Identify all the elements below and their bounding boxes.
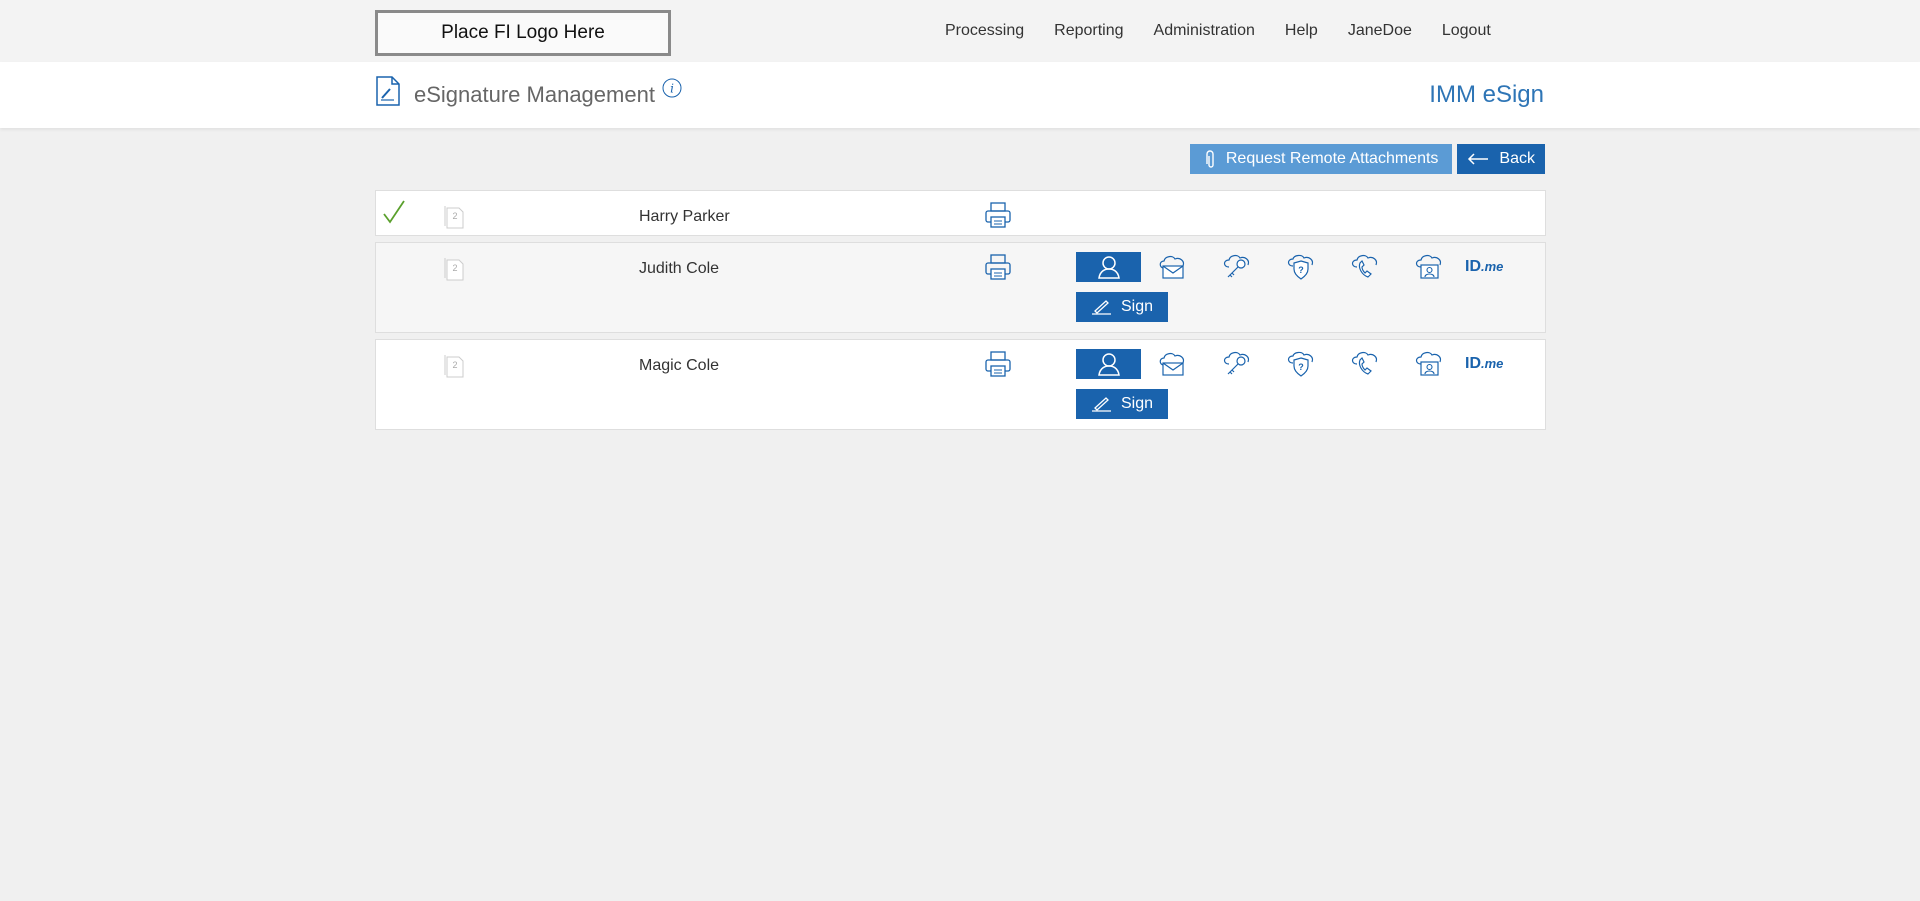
document-count: 2 (452, 360, 457, 370)
request-remote-attachments-button[interactable]: Request Remote Attachments (1189, 144, 1453, 174)
signer-row: 2 Judith Cole ? ID.me Sign (375, 242, 1546, 333)
id-card-cloud-icon[interactable] (1397, 349, 1461, 379)
signer-name: Judith Cole (639, 260, 720, 277)
signer-name: Harry Parker (639, 208, 730, 225)
logo-placeholder: Place FI Logo Here (375, 10, 671, 56)
paperclip-icon (1206, 150, 1214, 168)
svg-text:?: ? (1298, 265, 1304, 275)
idme-me-text: .me (1481, 259, 1504, 274)
nav-reporting[interactable]: Reporting (1054, 22, 1123, 40)
document-count: 2 (452, 263, 457, 273)
page-title: eSignature Management (414, 82, 655, 107)
idme-logo[interactable]: ID.me (1465, 258, 1503, 276)
key-cloud-icon[interactable] (1205, 252, 1269, 282)
key-cloud-icon[interactable] (1205, 349, 1269, 379)
idme-id-text: ID (1465, 355, 1481, 372)
nav-user[interactable]: JaneDoe (1348, 22, 1412, 40)
signer-row: 2 Harry Parker (375, 190, 1546, 236)
title-bar: eSignature Management i IMM eSign (0, 62, 1920, 128)
phone-cloud-icon[interactable] (1333, 252, 1397, 282)
sign-button[interactable]: Sign (1076, 292, 1168, 322)
svg-text:i: i (670, 82, 674, 96)
idme-id-text: ID (1465, 258, 1481, 275)
idme-logo[interactable]: ID.me (1465, 355, 1503, 373)
idme-me-text: .me (1481, 356, 1504, 371)
back-button[interactable]: Back (1457, 144, 1545, 174)
question-shield-icon[interactable]: ? (1269, 252, 1333, 282)
check-icon (382, 199, 406, 230)
printer-icon[interactable] (984, 253, 1012, 286)
arrow-left-icon (1468, 153, 1489, 165)
auth-methods: ? ID.me (1076, 252, 1503, 282)
svg-text:?: ? (1298, 362, 1304, 372)
main-nav: Processing Reporting Administration Help… (945, 0, 1521, 62)
email-cloud-icon[interactable] (1141, 349, 1205, 379)
phone-cloud-icon[interactable] (1333, 349, 1397, 379)
sign-button[interactable]: Sign (1076, 389, 1168, 419)
printer-icon[interactable] (984, 201, 1012, 234)
document-count-icon: 2 (443, 203, 467, 234)
sign-label: Sign (1120, 395, 1154, 412)
nav-processing[interactable]: Processing (945, 22, 1024, 40)
email-cloud-icon[interactable] (1141, 252, 1205, 282)
question-shield-icon[interactable]: ? (1269, 349, 1333, 379)
person-icon[interactable] (1076, 349, 1141, 379)
nav-help[interactable]: Help (1285, 22, 1318, 40)
signer-name: Magic Cole (639, 357, 720, 374)
back-label: Back (1499, 150, 1535, 167)
signature-document-icon (376, 76, 400, 111)
document-count: 2 (452, 211, 457, 221)
pen-icon (1091, 397, 1111, 412)
person-icon[interactable] (1076, 252, 1141, 282)
action-buttons: Request Remote Attachments Back (1189, 144, 1545, 174)
app-name: IMM eSign (1429, 81, 1544, 108)
id-card-cloud-icon[interactable] (1397, 252, 1461, 282)
top-bar: Place FI Logo Here Processing Reporting … (0, 0, 1920, 62)
nav-logout[interactable]: Logout (1442, 22, 1491, 40)
nav-administration[interactable]: Administration (1154, 22, 1255, 40)
pen-icon (1091, 300, 1111, 315)
document-count-icon: 2 (443, 255, 467, 286)
info-icon[interactable]: i (662, 78, 682, 103)
request-remote-attachments-label: Request Remote Attachments (1225, 150, 1439, 167)
document-count-icon: 2 (443, 352, 467, 383)
signer-row: 2 Magic Cole ? ID.me Sign (375, 339, 1546, 430)
auth-methods: ? ID.me (1076, 349, 1503, 379)
sign-label: Sign (1120, 298, 1154, 315)
printer-icon[interactable] (984, 350, 1012, 383)
signer-list: 2 Harry Parker 2 Judith Cole ? ID.me Sig… (375, 190, 1546, 436)
